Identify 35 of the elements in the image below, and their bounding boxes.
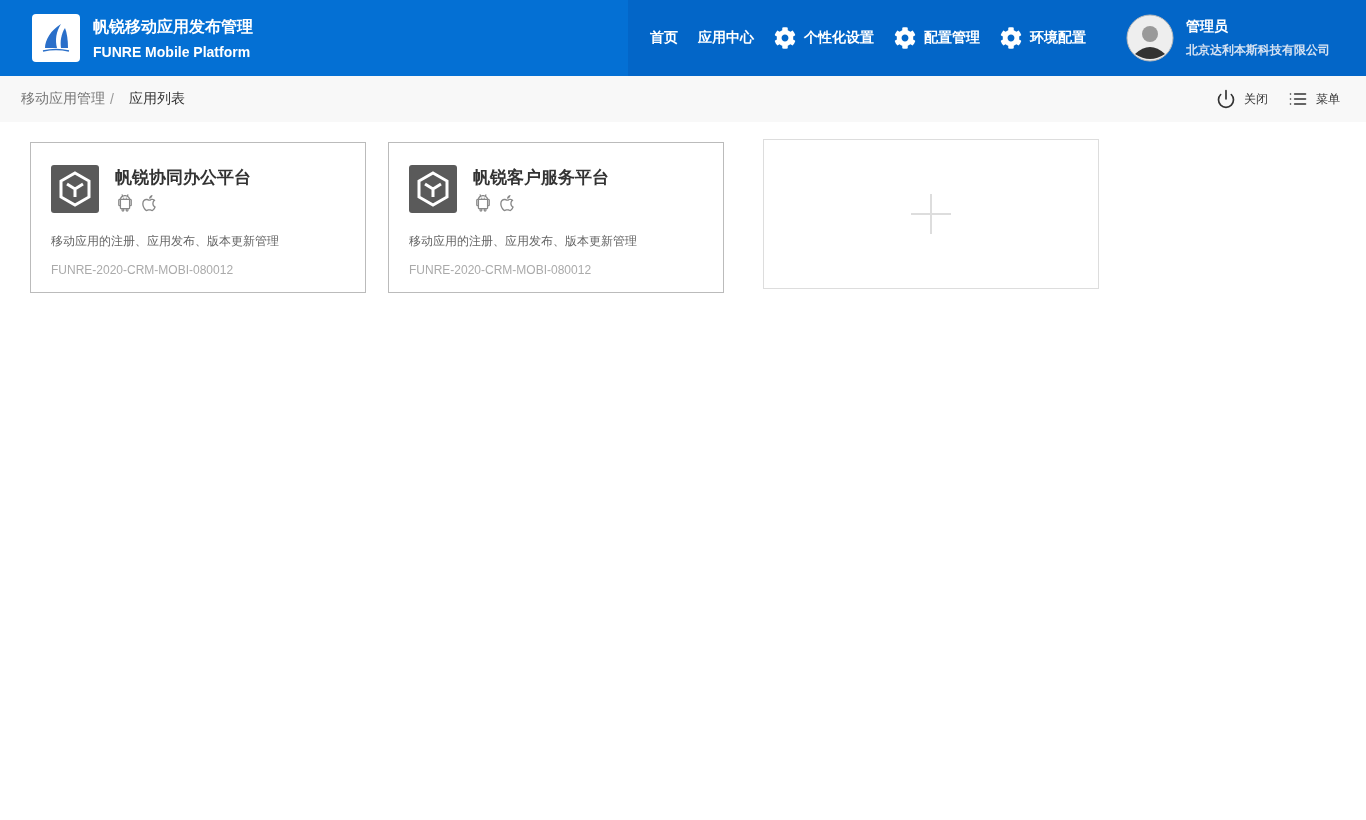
nav-link[interactable]: 配置管理	[894, 27, 980, 49]
app-card[interactable]: 帆锐协同办公平台 移动应用的注册、应用发布、版本更新管理 FUNRE-2020-CRM-MOBI-080012	[30, 142, 366, 293]
gear-icon	[1000, 27, 1022, 49]
apple-icon	[497, 193, 517, 213]
app-code: FUNRE-2020-CRM-MOBI-080012	[409, 263, 593, 277]
android-icon	[115, 193, 135, 213]
user-name: 管理员	[1186, 17, 1229, 36]
app-card[interactable]: 帆锐客户服务平台 移动应用的注册、应用发布、版本更新管理 FUNRE-2020-CRM-MOBI-080012	[388, 142, 724, 293]
cube-icon	[51, 165, 99, 213]
plus-icon	[911, 194, 951, 234]
gear-icon	[774, 27, 796, 49]
toolbar-action[interactable]: 菜单	[1288, 89, 1340, 109]
breadcrumb-item: 应用列表	[128, 90, 185, 108]
sailboat-logo	[32, 14, 80, 62]
company-name: 北京达利本斯科技有限公司	[1186, 41, 1330, 59]
android-icon	[473, 193, 493, 213]
app-code: FUNRE-2020-CRM-MOBI-080012	[51, 263, 235, 277]
avatar[interactable]	[1126, 14, 1174, 62]
gear-icon	[894, 27, 916, 49]
cube-icon	[409, 165, 457, 213]
nav-link[interactable]: 应用中心	[698, 29, 754, 47]
app-name: 帆锐客户服务平台	[473, 167, 609, 189]
app-title: 帆锐移动应用发布管理	[93, 16, 253, 37]
nav-link[interactable]: 个性化设置	[774, 27, 874, 49]
app-name: 帆锐协同办公平台	[115, 167, 251, 189]
breadcrumb-separator: /	[110, 91, 114, 107]
nav-link[interactable]: 首页	[650, 29, 678, 47]
power-icon	[1216, 89, 1236, 109]
apple-icon	[139, 193, 159, 213]
breadcrumb-item[interactable]: 移动应用管理	[21, 90, 105, 108]
app-subtitle: FUNRE Mobile Platform	[93, 43, 252, 60]
nav-link[interactable]: 环境配置	[1000, 27, 1086, 49]
app-description: 移动应用的注册、应用发布、版本更新管理	[409, 233, 638, 250]
app-description: 移动应用的注册、应用发布、版本更新管理	[51, 233, 280, 250]
toolbar-action[interactable]: 关闭	[1216, 89, 1268, 109]
